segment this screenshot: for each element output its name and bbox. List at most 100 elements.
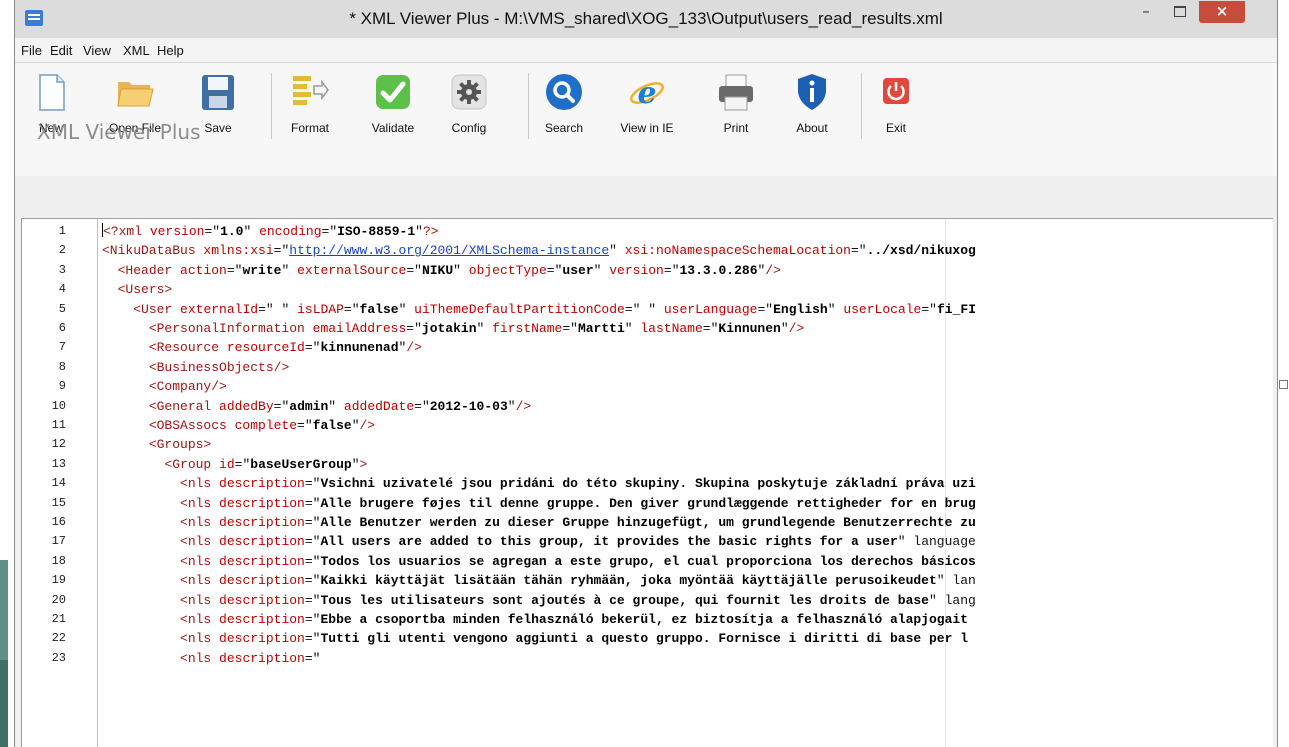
line-number: 21 (51, 612, 66, 626)
menu-file[interactable]: File (21, 43, 42, 58)
desktop-edge-dark (0, 660, 8, 747)
print-button[interactable]: Print (714, 68, 758, 138)
code-line[interactable]: 1 <?xml version="1.0" encoding="ISO-8859-… (22, 222, 1273, 241)
line-text: <General addedBy="admin" addedDate="2012… (148, 398, 532, 414)
code-line[interactable]: 10 <General addedBy="admin" addedDate="2… (22, 397, 1273, 416)
about-button[interactable]: About (789, 68, 835, 138)
config-button[interactable]: Config (447, 68, 491, 138)
line-text: <BusinessObjects/> (148, 359, 290, 375)
window-title: * XML Viewer Plus - M:\VMS_shared\XOG_13… (349, 9, 943, 28)
line-text: <Header action="write" externalSource="N… (117, 262, 781, 278)
line-number: 18 (51, 553, 66, 568)
line-text: <nls description=" (180, 650, 321, 666)
menu-view[interactable]: View (83, 43, 111, 58)
minimize-button[interactable]: – (1133, 1, 1159, 23)
line-number: 10 (51, 398, 66, 413)
config-label: Config (451, 121, 487, 135)
internet-explorer-icon: e (630, 76, 664, 111)
line-number: 20 (51, 592, 66, 607)
menu-edit[interactable]: Edit (50, 43, 72, 58)
code-line[interactable]: 5 <User externalId=" " isLDAP="false" ui… (22, 300, 1273, 319)
toolbar-separator (271, 73, 272, 139)
line-text: <PersonalInformation emailAddress="jotak… (148, 321, 805, 336)
code-line[interactable]: 7 <Resource resourceId="kinnunenad"/> (22, 338, 1273, 357)
line-number: 12 (51, 437, 66, 452)
code-line[interactable]: 13 <Group id="baseUserGroup"> (22, 455, 1273, 474)
line-number: 1 (58, 224, 66, 238)
line-text: <NikuDataBus xmlns:xsi="http://www.w3.or… (102, 243, 976, 259)
code-line[interactable]: 16 <nls description="Alle Benutzer werde… (22, 513, 1273, 532)
toolbar-separator (861, 73, 862, 139)
save-label: Save (204, 121, 232, 135)
line-number: 4 (58, 282, 66, 297)
svg-text:e: e (637, 76, 656, 111)
about-label: About (796, 121, 828, 135)
line-number: 8 (58, 359, 66, 374)
code-line[interactable]: 17 <nls description="All users are added… (22, 532, 1273, 551)
line-text: <nls description="Tous les utilisateurs … (180, 592, 976, 608)
line-number: 23 (51, 650, 66, 665)
floppy-disk-icon (202, 75, 234, 110)
app-brand-heading: XML Viewer Plus (37, 120, 201, 144)
code-line[interactable]: 4 <Users> (22, 280, 1273, 299)
code-line[interactable]: 2 <NikuDataBus xmlns:xsi="http://www.w3.o… (22, 241, 1273, 260)
close-button[interactable]: × (1199, 1, 1245, 23)
menu-bar: File Edit View XML Help (15, 38, 1277, 63)
line-text: <Users> (117, 282, 173, 298)
line-text: <?xml version="1.0" encoding="ISO-8859-1… (102, 223, 439, 239)
code-line[interactable]: 23 <nls description=" (22, 649, 1273, 668)
code-line[interactable]: 11 <OBSAssocs complete="false"/> (22, 416, 1273, 435)
line-number: 13 (51, 456, 66, 471)
xml-editor[interactable]: 1 <?xml version="1.0" encoding="ISO-8859-… (21, 218, 1273, 747)
line-text: <OBSAssocs complete="false"/> (148, 418, 376, 433)
code-line[interactable]: 19 <nls description="Kaikki käyttäjät li… (22, 571, 1273, 590)
line-text: <nls description="Ebbe a csoportba minde… (180, 612, 968, 627)
code-line[interactable]: 14 <nls description="Vsichni uzivatelé j… (22, 474, 1273, 493)
line-number: 17 (51, 534, 66, 549)
code-line[interactable]: 20 <nls description="Tous les utilisateu… (22, 591, 1273, 610)
line-number: 5 (58, 301, 66, 316)
menu-help[interactable]: Help (157, 43, 184, 58)
line-number: 22 (51, 631, 66, 646)
new-file-icon (39, 74, 65, 111)
print-label: Print (723, 121, 749, 135)
printer-icon (719, 74, 753, 111)
resize-handle[interactable] (1279, 380, 1288, 389)
line-text: <User externalId=" " isLDAP="false" uiTh… (133, 301, 976, 317)
format-button[interactable]: Format (285, 68, 335, 138)
exit-button[interactable]: Exit (876, 68, 916, 138)
folder-icon (117, 82, 154, 107)
code-line[interactable]: 9 <Company/> (22, 377, 1273, 396)
line-text: <nls description="Tutti gli utenti vengo… (180, 631, 968, 647)
code-line[interactable]: 18 <nls description="Todos los usuarios … (22, 552, 1273, 571)
code-line[interactable]: 8 <BusinessObjects/> (22, 358, 1273, 377)
line-number: 6 (58, 321, 66, 335)
save-button[interactable]: Save (198, 68, 238, 138)
line-number: 16 (51, 515, 66, 529)
line-text: <nls description="Todos los usuarios se … (180, 553, 976, 569)
power-icon (883, 78, 909, 104)
toolbar-separator (528, 73, 529, 139)
code-line[interactable]: 6 <PersonalInformation emailAddress="jot… (22, 319, 1273, 338)
validate-button[interactable]: Validate (365, 68, 421, 138)
format-label: Format (290, 121, 329, 135)
view-in-ie-label: View in IE (620, 121, 674, 135)
search-label: Search (544, 121, 584, 135)
line-text: <nls description="Alle Benutzer werden z… (180, 515, 976, 530)
code-line[interactable]: 15 <nls description="Alle brugere føjes … (22, 494, 1273, 513)
line-number: 7 (58, 340, 66, 355)
maximize-button[interactable] (1167, 1, 1193, 23)
app-window: * XML Viewer Plus - M:\VMS_shared\XOG_13… (14, 0, 1278, 747)
code-line[interactable]: 3 <Header action="write" externalSource=… (22, 261, 1273, 280)
code-line[interactable]: 12 <Groups> (22, 435, 1273, 454)
title-bar[interactable]: * XML Viewer Plus - M:\VMS_shared\XOG_13… (15, 0, 1277, 38)
menu-xml[interactable]: XML (123, 43, 150, 58)
line-number: 9 (58, 379, 66, 394)
line-text: <Resource resourceId="kinnunenad"/> (148, 340, 422, 356)
code-line[interactable]: 22 <nls description="Tutti gli utenti ve… (22, 629, 1273, 648)
code-line[interactable]: 21 <nls description="Ebbe a csoportba mi… (22, 610, 1273, 629)
view-in-ie-button[interactable]: e View in IE (614, 68, 680, 138)
search-button[interactable]: Search (541, 68, 587, 138)
line-number: 2 (58, 243, 66, 258)
line-text: <nls description="All users are added to… (180, 534, 976, 550)
